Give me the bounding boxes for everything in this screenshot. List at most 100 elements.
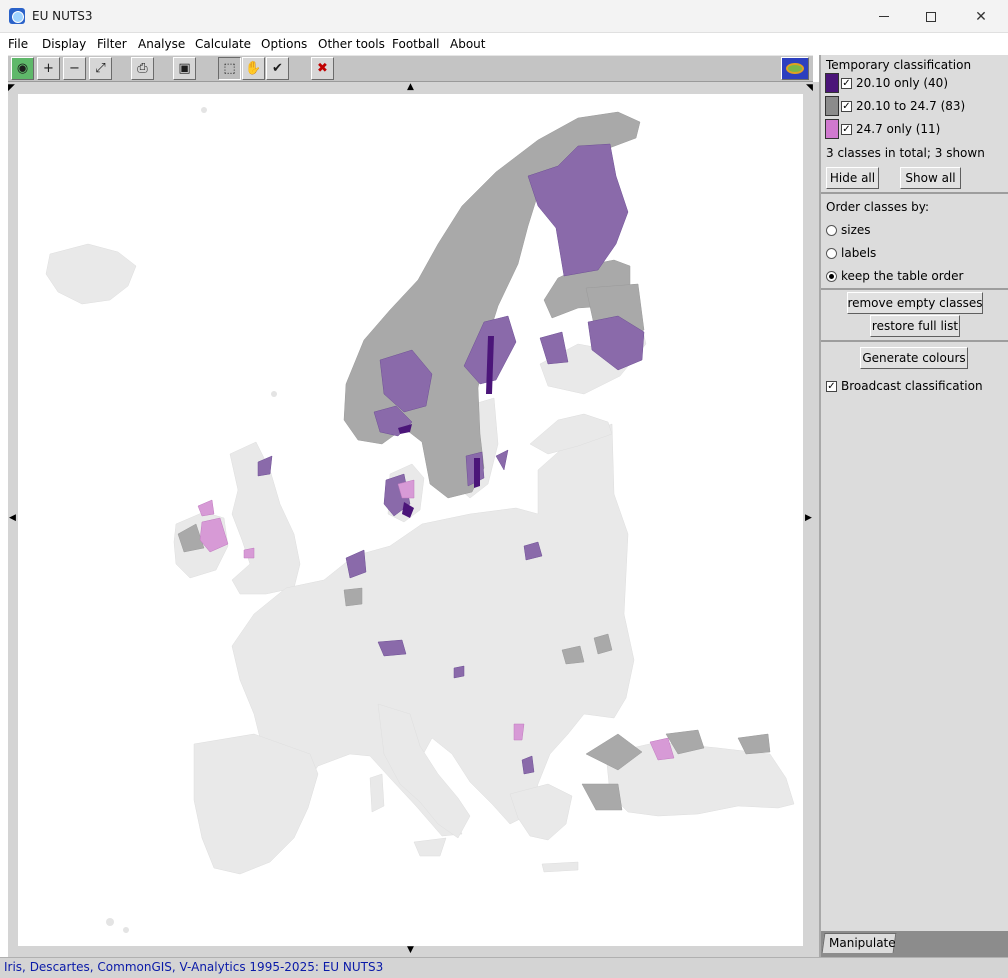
zoom-fit-icon: ⤢ (95, 61, 106, 76)
save-button[interactable]: ▣ (173, 57, 196, 80)
globe-icon: ◉ (16, 61, 29, 76)
clear-selection-icon: ✖ (317, 61, 328, 76)
zoom-fit-button[interactable]: ⤢ (89, 57, 112, 80)
order-labels-radio[interactable] (826, 248, 837, 259)
class-label: 24.7 only (11) (856, 122, 941, 136)
order-sizes-label: sizes (841, 223, 871, 237)
order-heading: Order classes by: (826, 200, 930, 214)
menu-about[interactable]: About (450, 37, 485, 51)
menu-filter[interactable]: Filter (97, 37, 127, 51)
order-labels-label: labels (841, 246, 877, 260)
window-title: EU NUTS3 (32, 9, 93, 23)
greece-grey (581, 783, 623, 811)
close-icon: ✕ (975, 8, 987, 25)
europe-nuts3-map[interactable] (18, 94, 803, 946)
menu-football[interactable]: Football (392, 37, 440, 51)
wales-pink (243, 547, 255, 559)
maximize-button[interactable] (908, 0, 954, 33)
finland-purple-1 (539, 331, 569, 365)
sicily-region (413, 837, 447, 857)
sardinia-region (369, 773, 385, 813)
menu-analyse[interactable]: Analyse (138, 37, 185, 51)
remove-empty-classes-button[interactable]: remove empty classes (847, 292, 983, 314)
generate-colours-button[interactable]: Generate colours (860, 347, 968, 369)
panel-tab-strip: Manipulate (821, 931, 1008, 957)
corner-arrow-icon: ◥ (806, 83, 813, 93)
pan-right-arrow-icon[interactable]: ▶ (805, 514, 812, 523)
globe-tool-button[interactable]: ◉ (11, 57, 34, 80)
confirm-button[interactable]: ✔ (266, 57, 289, 80)
class-label: 20.10 to 24.7 (83) (856, 99, 966, 113)
classification-panel: Temporary classification ✓ 20.10 only (4… (819, 55, 1008, 957)
divider (821, 340, 1008, 342)
map-canvas[interactable] (18, 94, 803, 946)
order-table-radio[interactable] (826, 271, 837, 282)
pan-tool-button[interactable]: ✋ (242, 57, 265, 80)
divider (821, 288, 1008, 290)
canary-island (123, 927, 129, 933)
albania-pink (513, 723, 525, 741)
save-icon: ▣ (178, 61, 191, 76)
zoom-in-icon: + (43, 61, 54, 76)
app-icon (9, 8, 25, 24)
class-swatch[interactable] (825, 119, 839, 139)
status-bar: Iris, Descartes, CommonGIS, V-Analytics … (0, 957, 1008, 978)
broadcast-checkbox[interactable]: ✓ (826, 381, 837, 392)
order-table-label: keep the table order (841, 269, 964, 283)
crete-region (541, 861, 579, 873)
map-view[interactable]: ◤ ▲ ◥ ◀ ▶ ▼ (8, 82, 819, 957)
zoom-out-icon: − (69, 61, 80, 76)
select-tool-button[interactable]: ⬚ (218, 57, 241, 80)
faroe-island (271, 391, 277, 397)
class-checkbox[interactable]: ✓ (841, 124, 852, 135)
menu-calculate[interactable]: Calculate (195, 37, 251, 51)
map-overview-icon (786, 63, 804, 74)
zoom-out-button[interactable]: − (63, 57, 86, 80)
tab-manipulate[interactable]: Manipulate (821, 933, 897, 953)
greece-region (509, 783, 573, 841)
iceland-region (45, 243, 137, 305)
corner-arrow-icon: ◤ (8, 83, 15, 93)
germany-grey (343, 587, 363, 607)
minimize-button[interactable] (861, 0, 907, 33)
map-overview-button[interactable] (781, 57, 809, 80)
clear-selection-button[interactable]: ✖ (311, 57, 334, 80)
menu-options[interactable]: Options (261, 37, 307, 51)
pan-down-arrow-icon[interactable]: ▼ (407, 946, 414, 955)
canary-island (106, 918, 114, 926)
restore-full-list-button[interactable]: restore full list (870, 315, 960, 337)
class-checkbox[interactable]: ✓ (841, 101, 852, 112)
order-sizes-radio[interactable] (826, 225, 837, 236)
title-bar: EU NUTS3 ✕ (0, 0, 1008, 33)
class-label: 20.10 only (40) (856, 76, 948, 90)
broadcast-label: Broadcast classification (841, 379, 983, 393)
class-swatch[interactable] (825, 96, 839, 116)
check-icon: ✔ (272, 61, 283, 76)
menu-file[interactable]: File (8, 37, 28, 51)
class-swatch[interactable] (825, 73, 839, 93)
print-icon: ⎙ (137, 61, 148, 76)
zoom-in-button[interactable]: + (37, 57, 60, 80)
pan-left-arrow-icon[interactable]: ◀ (9, 514, 16, 523)
classes-summary: 3 classes in total; 3 shown (826, 146, 985, 160)
pan-hand-icon: ✋ (245, 61, 262, 76)
divider (821, 192, 1008, 194)
menu-display[interactable]: Display (42, 37, 86, 51)
iberia-region (193, 733, 319, 875)
sweden-south-dark (474, 458, 480, 488)
show-all-button[interactable]: Show all (900, 167, 961, 189)
menu-other-tools[interactable]: Other tools (318, 37, 385, 51)
maximize-icon (926, 11, 936, 22)
close-button[interactable]: ✕ (958, 0, 1004, 33)
pan-up-arrow-icon[interactable]: ▲ (407, 83, 414, 92)
print-button[interactable]: ⎙ (131, 57, 154, 80)
map-toolbar: ◉ + − ⤢ ⎙ ▣ ⬚ ✋ ✔ ✖ (8, 55, 813, 82)
class-checkbox[interactable]: ✓ (841, 78, 852, 89)
austria-purple (453, 665, 465, 679)
menu-bar: File Display Filter Analyse Calculate Op… (0, 33, 1008, 55)
select-icon: ⬚ (223, 61, 236, 76)
baltic-purple (495, 449, 509, 471)
status-text: Iris, Descartes, CommonGIS, V-Analytics … (4, 960, 384, 974)
hide-all-button[interactable]: Hide all (826, 167, 879, 189)
panel-heading: Temporary classification (826, 58, 972, 72)
